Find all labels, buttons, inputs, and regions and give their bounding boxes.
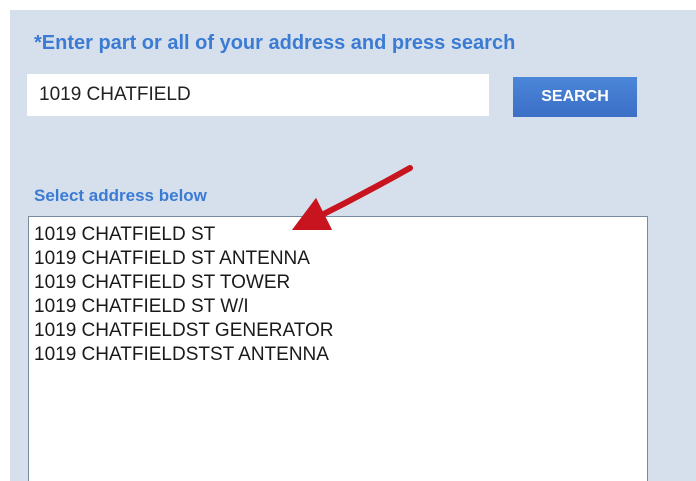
address-option[interactable]: 1019 CHATFIELD ST TOWER bbox=[29, 271, 647, 295]
select-address-label: Select address below bbox=[34, 186, 207, 205]
address-option[interactable]: 1019 CHATFIELDSTST ANTENNA bbox=[29, 343, 647, 367]
address-results-list[interactable]: 1019 CHATFIELD ST 1019 CHATFIELD ST ANTE… bbox=[28, 216, 648, 481]
address-option[interactable]: 1019 CHATFIELD ST W/I bbox=[29, 295, 647, 319]
address-option[interactable]: 1019 CHATFIELD ST ANTENNA bbox=[29, 247, 647, 271]
address-search-input[interactable] bbox=[27, 74, 489, 116]
address-option[interactable]: 1019 CHATFIELD ST bbox=[29, 223, 647, 247]
address-search-panel: *Enter part or all of your address and p… bbox=[10, 10, 696, 481]
instruction-text: *Enter part or all of your address and p… bbox=[34, 32, 516, 54]
search-button[interactable]: SEARCH bbox=[513, 77, 637, 117]
address-option[interactable]: 1019 CHATFIELDST GENERATOR bbox=[29, 319, 647, 343]
